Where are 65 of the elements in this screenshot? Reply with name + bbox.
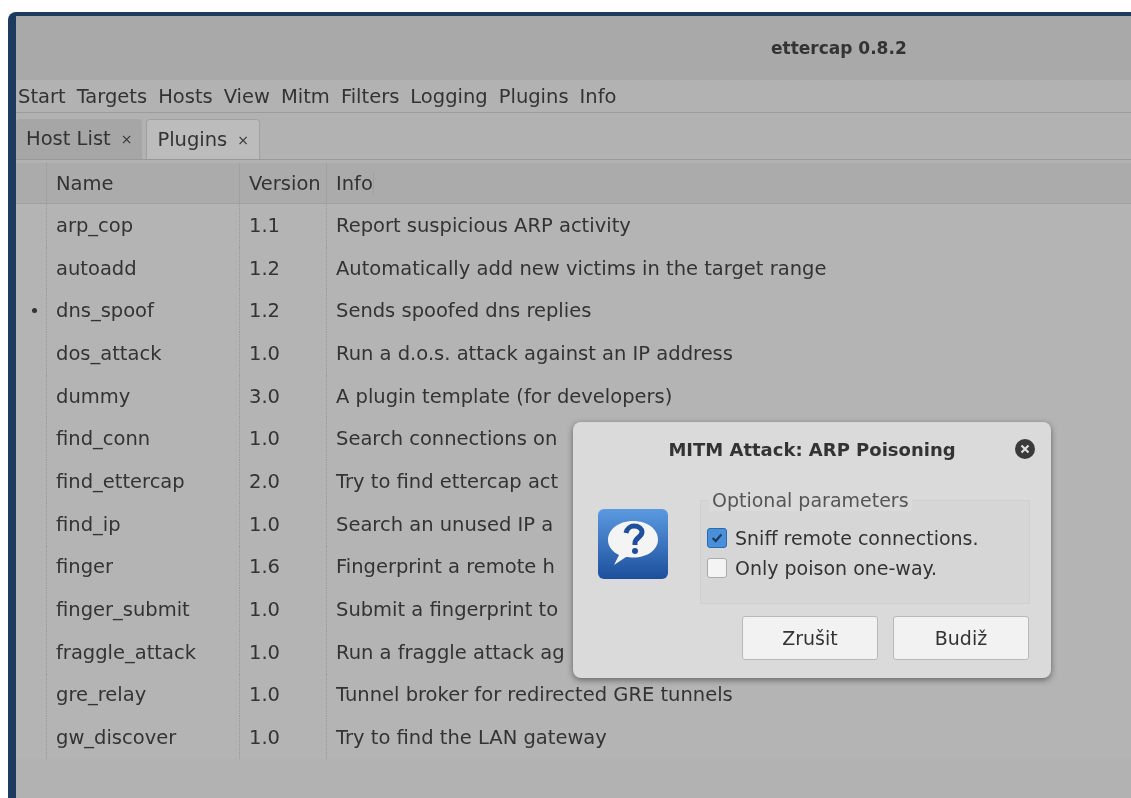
column-header[interactable]: Name bbox=[47, 163, 240, 203]
table-cell-text: Search an unused IP a bbox=[335, 512, 554, 536]
table-cell: find_ip bbox=[47, 502, 240, 546]
table-cell-text: Tunnel broker for redirected GRE tunnels bbox=[335, 683, 733, 707]
table-cell-text: Automatically add new victims in the target range bbox=[335, 256, 827, 280]
table-cell: 2.0 bbox=[240, 460, 327, 503]
table-cell-text: Run a d.o.s. attack against an IP address bbox=[335, 341, 733, 365]
question-icon bbox=[598, 509, 668, 579]
tab[interactable]: Host List × bbox=[16, 119, 143, 159]
table-cell: 1.6 bbox=[240, 545, 327, 589]
menu-item[interactable]: Info bbox=[579, 84, 617, 108]
table-cell: gre_relay bbox=[47, 673, 240, 717]
close-icon[interactable] bbox=[1015, 439, 1035, 459]
window-title: ettercap 0.8.2 bbox=[771, 38, 907, 58]
table-cell: find_conn bbox=[47, 417, 240, 461]
menu-item[interactable]: View bbox=[223, 84, 270, 108]
table-cell-text: Report suspicious ARP activity bbox=[335, 213, 631, 237]
table-cell-text: Try to find ettercap act bbox=[335, 469, 559, 493]
tab[interactable]: Plugins × bbox=[146, 119, 260, 159]
menu-item[interactable]: Mitm bbox=[281, 84, 330, 108]
column-header[interactable]: Info bbox=[327, 171, 374, 195]
table-cell: 1.0 bbox=[240, 630, 327, 674]
table-cell: 3.0 bbox=[240, 374, 327, 418]
table-cell: dummy bbox=[47, 374, 240, 418]
checkbox-option[interactable]: Sniff remote connections. bbox=[707, 527, 1029, 549]
checkbox[interactable] bbox=[707, 528, 727, 548]
menu-item[interactable]: Start bbox=[18, 84, 66, 108]
table-cell-text: Search connections on bbox=[335, 427, 558, 451]
table-cell: fraggle_attack bbox=[47, 630, 240, 674]
table-cell: finger_submit bbox=[47, 588, 240, 631]
menu-item[interactable]: Hosts bbox=[158, 84, 213, 108]
table-cell-text: Run a fraggle attack ag bbox=[335, 640, 565, 664]
table-cell: 1.0 bbox=[240, 716, 327, 759]
group-label: Optional parameters bbox=[709, 489, 912, 511]
table-cell-text: A plugin template (for developers) bbox=[335, 384, 673, 408]
table-cell: autoadd bbox=[47, 246, 240, 290]
table-cell: find_ettercap bbox=[47, 460, 240, 503]
table-cell-text: Submit a fingerprint to bbox=[335, 598, 559, 622]
menu-item[interactable]: Logging bbox=[410, 84, 488, 108]
dialog-button[interactable]: Zrušit bbox=[742, 616, 878, 660]
table-cell: 1.2 bbox=[240, 246, 327, 290]
check-icon bbox=[710, 531, 724, 545]
dialog-title: MITM Attack: ARP Poisoning bbox=[668, 438, 956, 460]
menu-item[interactable]: Targets bbox=[76, 84, 148, 108]
table-cell-text: Fingerprint a remote h bbox=[335, 555, 555, 579]
column-header[interactable]: Version bbox=[240, 163, 327, 203]
menu-item[interactable]: Filters bbox=[340, 84, 400, 108]
menu-item[interactable]: Plugins bbox=[498, 84, 569, 108]
table-cell: 1.1 bbox=[240, 204, 327, 247]
table-cell: 1.2 bbox=[240, 289, 327, 333]
table-cell: 1.0 bbox=[240, 673, 327, 717]
checkbox[interactable] bbox=[707, 558, 727, 578]
checkbox-option[interactable]: Only poison one-way. bbox=[707, 557, 1029, 579]
table-cell: 1.0 bbox=[240, 588, 327, 631]
table-cell: dos_attack bbox=[47, 332, 240, 375]
table-cell: 1.0 bbox=[240, 502, 327, 546]
table-cell: 1.0 bbox=[240, 332, 327, 375]
table-cell: dns_spoof bbox=[47, 289, 240, 333]
table-cell-text: Sends spoofed dns replies bbox=[335, 299, 592, 323]
table-cell: gw_discover bbox=[47, 716, 240, 759]
dialog-button[interactable]: Budiž bbox=[893, 616, 1029, 660]
table-cell: arp_cop bbox=[47, 204, 240, 247]
table-cell: 1.0 bbox=[240, 417, 327, 461]
table-cell-text: Try to find the LAN gateway bbox=[335, 726, 607, 750]
table-cell: finger bbox=[47, 545, 240, 589]
